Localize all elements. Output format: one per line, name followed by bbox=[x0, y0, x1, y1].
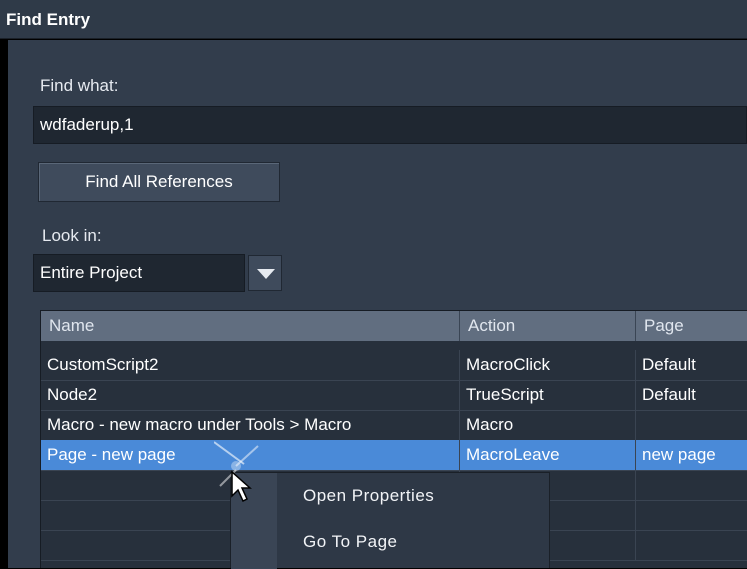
empty-cell bbox=[636, 530, 747, 560]
empty-cell bbox=[636, 470, 747, 500]
cell-page: Default bbox=[636, 350, 747, 380]
cell-page: Default bbox=[636, 380, 747, 410]
table-header: Name Action Page bbox=[41, 311, 747, 341]
table-row[interactable]: Macro - new macro under Tools > Macro Ma… bbox=[41, 410, 747, 441]
column-header-page[interactable]: Page bbox=[636, 311, 747, 341]
cell-action: TrueScript bbox=[460, 380, 636, 410]
cell-name: Macro - new macro under Tools > Macro bbox=[41, 410, 460, 440]
empty-cell bbox=[636, 500, 747, 530]
cell-action: MacroClick bbox=[460, 350, 636, 380]
column-header-name[interactable]: Name bbox=[41, 311, 460, 341]
find-entry-window: Find Entry Find what: wdfaderup,1 Find A… bbox=[0, 0, 747, 569]
menu-item-open-properties[interactable]: Open Properties bbox=[277, 477, 549, 515]
title-bar[interactable]: Find Entry bbox=[0, 0, 747, 39]
window-title: Find Entry bbox=[6, 10, 91, 29]
find-what-input[interactable]: wdfaderup,1 bbox=[33, 106, 747, 144]
cursor-sparkle-icon bbox=[213, 441, 259, 503]
cell-page bbox=[636, 410, 747, 440]
cell-page: new page bbox=[636, 440, 747, 470]
column-header-action[interactable]: Action bbox=[460, 311, 636, 341]
chevron-down-icon bbox=[257, 269, 275, 279]
table-row-selected[interactable]: Page - new page MacroLeave new page bbox=[41, 440, 747, 471]
find-what-label: Find what: bbox=[40, 76, 119, 95]
table-row[interactable]: Node2 TrueScript Default bbox=[41, 380, 747, 411]
look-in-dropdown-button[interactable] bbox=[248, 255, 282, 291]
cell-action: MacroLeave bbox=[460, 440, 636, 470]
cell-name: CustomScript2 bbox=[41, 350, 460, 380]
table-row[interactable]: CustomScript2 MacroClick Default bbox=[41, 350, 747, 381]
cell-action: Macro bbox=[460, 410, 636, 440]
look-in-select[interactable]: Entire Project bbox=[33, 254, 245, 292]
find-all-references-button[interactable]: Find All References bbox=[38, 162, 280, 202]
menu-item-go-to-page[interactable]: Go To Page bbox=[277, 523, 549, 561]
mouse-pointer-icon bbox=[213, 440, 284, 510]
cell-name: Node2 bbox=[41, 380, 460, 410]
look-in-label: Look in: bbox=[42, 226, 102, 245]
